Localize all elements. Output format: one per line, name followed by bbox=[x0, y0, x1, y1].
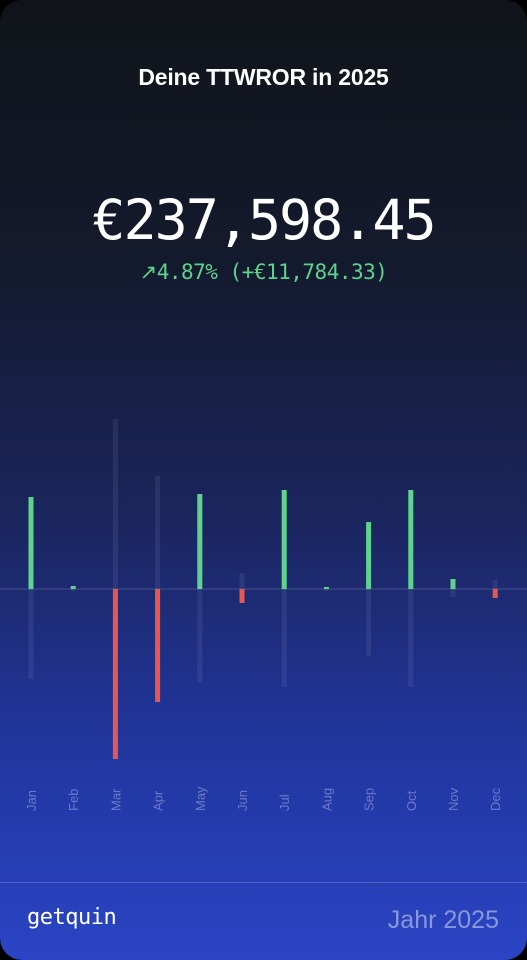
bar-dec bbox=[492, 589, 498, 598]
ttwror-card: Deine TTWROR in 2025 €237,598.45 ↗4.87% … bbox=[0, 0, 527, 960]
month-label-mar: Mar bbox=[108, 788, 123, 811]
bar-oct bbox=[408, 490, 414, 589]
bar-feb bbox=[70, 586, 76, 589]
month-label-jan: Jan bbox=[24, 790, 39, 811]
bar-mar bbox=[112, 589, 118, 759]
bar-apr bbox=[155, 589, 161, 702]
month-label-sep: Sep bbox=[362, 788, 377, 811]
bar-jun bbox=[239, 589, 245, 603]
month-label-jun: Jun bbox=[235, 790, 250, 811]
month-label-feb: Feb bbox=[66, 789, 81, 811]
bar-nov bbox=[450, 579, 456, 589]
month-label-nov: Nov bbox=[446, 787, 461, 811]
brand-logo: getquin bbox=[27, 905, 117, 930]
bar-jan bbox=[28, 497, 34, 589]
month-label-oct: Oct bbox=[404, 790, 419, 811]
month-label-aug: Aug bbox=[319, 788, 334, 811]
change-text: 4.87% (+€11,784.33) bbox=[156, 260, 388, 284]
bar-jul bbox=[281, 490, 287, 589]
bar-may bbox=[197, 494, 203, 589]
footer-divider bbox=[0, 882, 527, 883]
monthly-return-chart: Jan Feb Mar Apr May Jun Jul Aug Sep Oct Nov Dec bbox=[0, 419, 527, 811]
month-label-jul: Jul bbox=[277, 794, 292, 811]
portfolio-value: €237,598.45 bbox=[92, 188, 436, 252]
card-title: Deine TTWROR in 2025 bbox=[138, 64, 389, 90]
bar-aug bbox=[323, 587, 329, 589]
month-label-apr: Apr bbox=[151, 790, 166, 811]
month-label-dec: Dec bbox=[488, 787, 503, 811]
month-label-may: May bbox=[193, 786, 208, 811]
arrow-up-right-icon: ↗ bbox=[139, 260, 158, 284]
bar-sep bbox=[366, 522, 372, 589]
performance-change: ↗4.87% (+€11,784.33) bbox=[0, 260, 527, 284]
period-label: Jahr 2025 bbox=[387, 906, 499, 934]
